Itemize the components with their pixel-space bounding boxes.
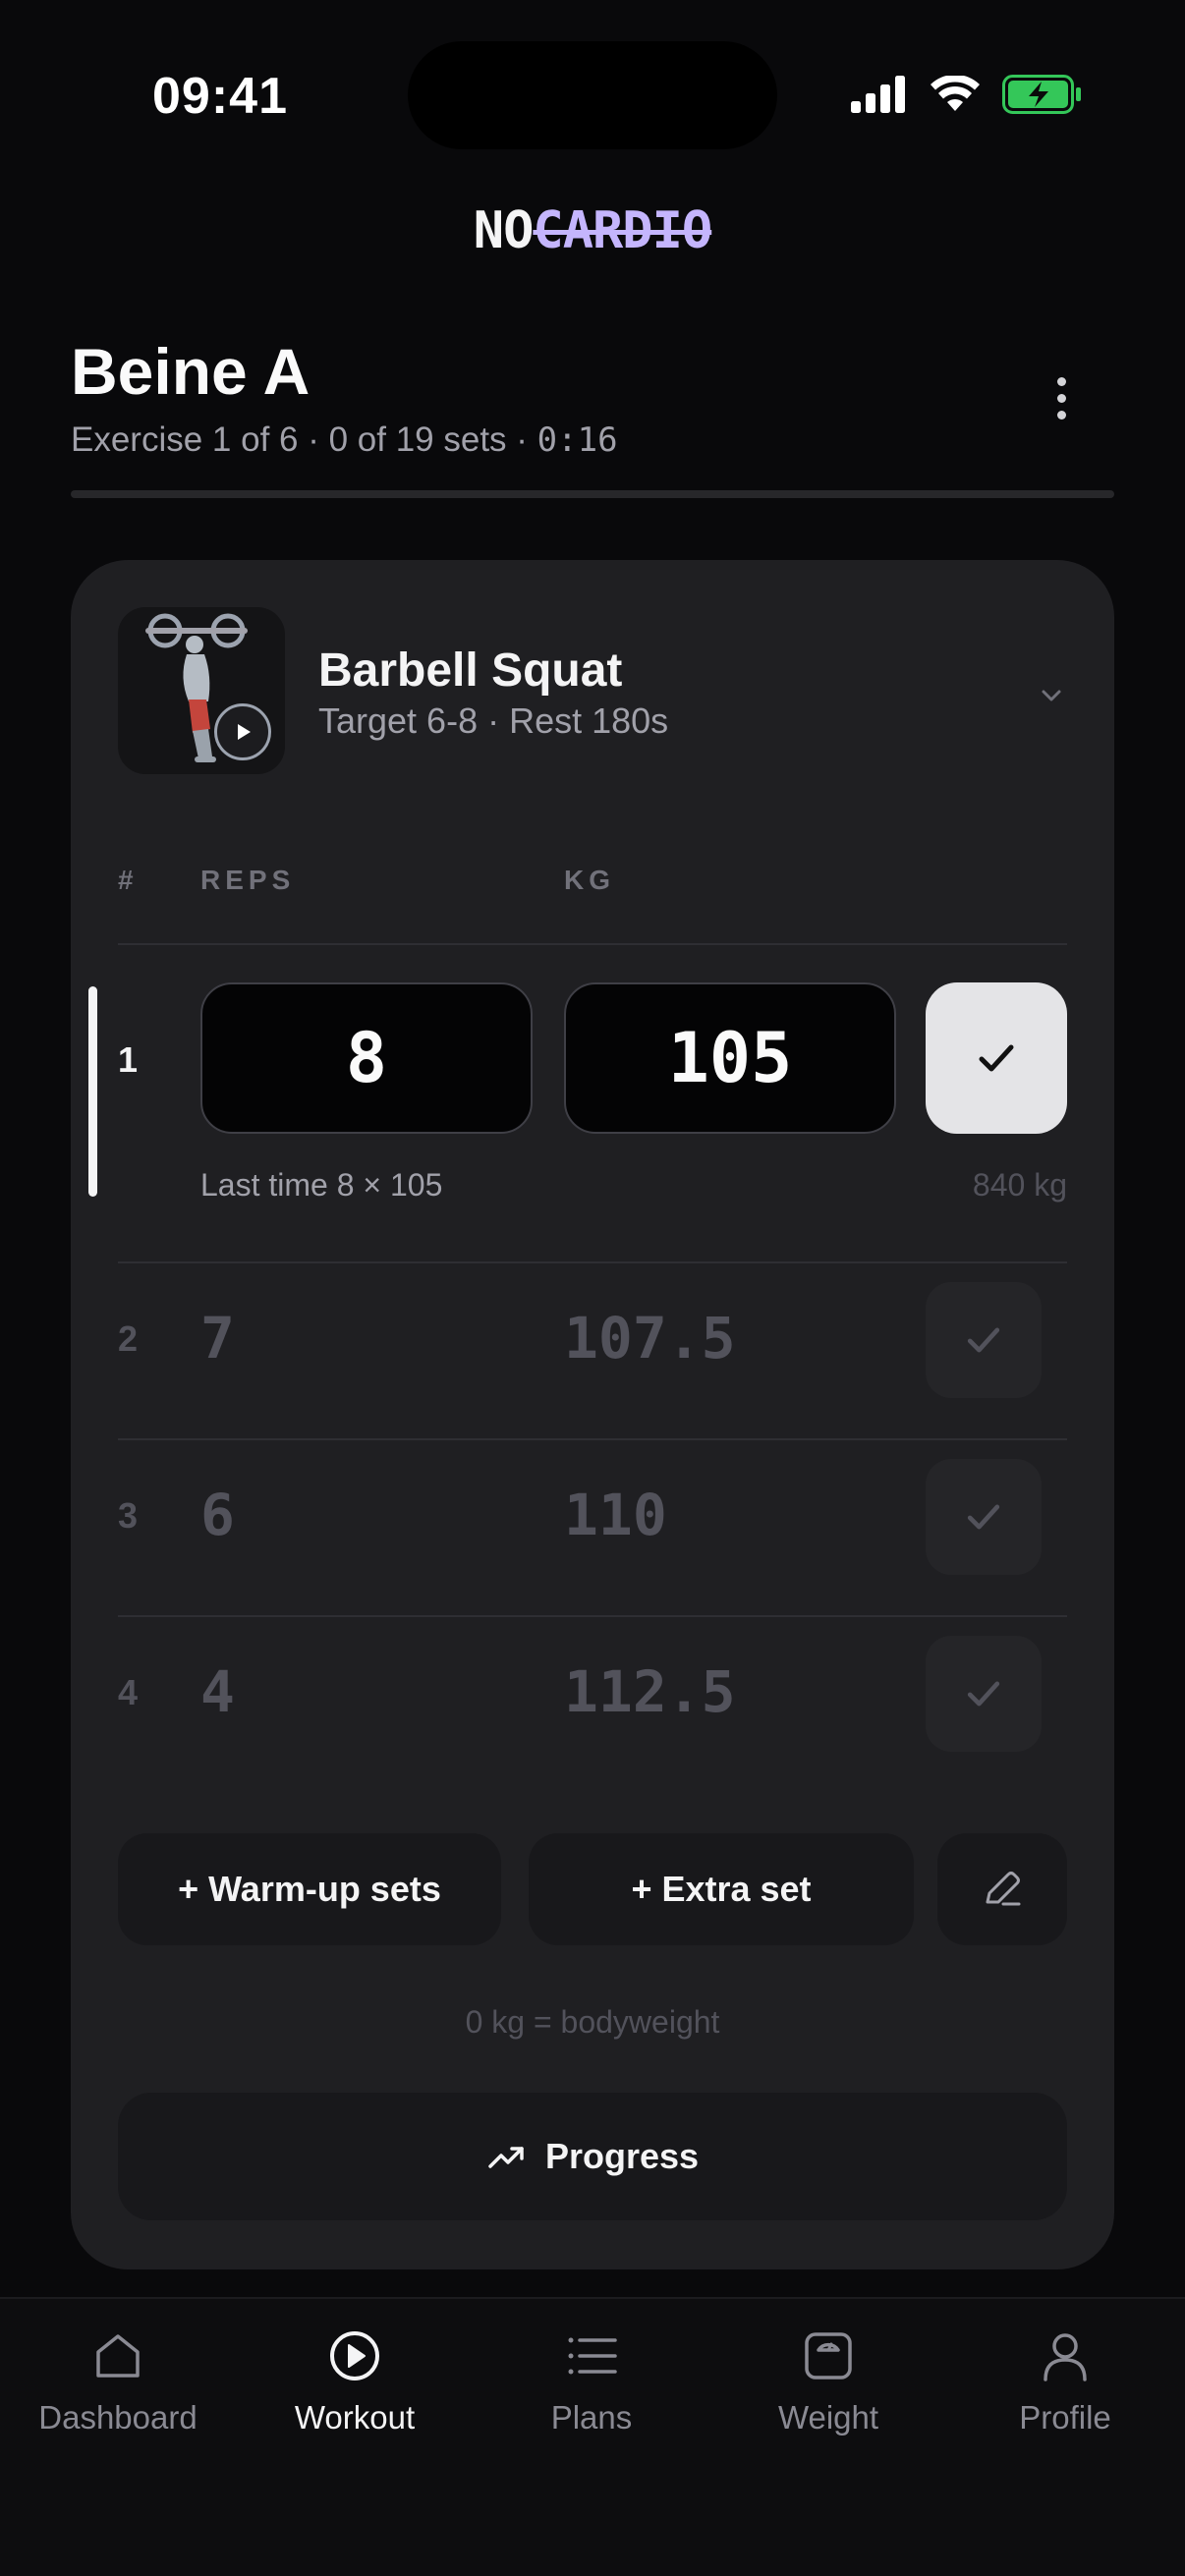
- workout-title: Beine A: [71, 335, 310, 408]
- tab-label: Profile: [1019, 2399, 1111, 2436]
- workout-meta: Exercise 1 of 6 · 0 of 19 sets · 0:16: [71, 420, 618, 460]
- reps-value[interactable]: 6: [200, 1482, 235, 1548]
- user-icon: [1044, 2333, 1087, 2381]
- tab-weight[interactable]: Weight: [710, 2326, 946, 2436]
- dynamic-island: [408, 41, 777, 149]
- wifi-icon: [931, 76, 980, 111]
- set-number: 3: [118, 1495, 139, 1536]
- logo-part-no: NO: [473, 201, 535, 260]
- complete-set-button[interactable]: [926, 1636, 1042, 1752]
- tab-label: Plans: [550, 2399, 633, 2436]
- reps-input[interactable]: 8: [200, 982, 533, 1134]
- divider: [118, 1615, 1067, 1617]
- exercise-target: Target 6-8 · Rest 180s: [318, 700, 669, 741]
- column-header-reps: REPS: [200, 865, 296, 895]
- kg-value[interactable]: 112.5: [564, 1658, 736, 1725]
- status-time: 09:41: [152, 68, 288, 125]
- edit-exercise-button[interactable]: [937, 1833, 1067, 1945]
- signal-icon: [851, 76, 905, 113]
- exercise-card: Barbell Squat Target 6-8 · Rest 180s # R…: [71, 560, 1114, 2269]
- complete-set-button[interactable]: [926, 1282, 1042, 1398]
- tab-label: Dashboard: [38, 2399, 198, 2436]
- set-volume: 840 kg: [972, 1167, 1067, 1203]
- check-icon: [979, 1044, 1014, 1072]
- progress-button[interactable]: Progress: [118, 2093, 1067, 2220]
- bodyweight-hint: 0 kg = bodyweight: [465, 2004, 720, 2040]
- set-number: 1: [118, 1039, 139, 1080]
- exercise-name: Barbell Squat: [318, 644, 623, 697]
- active-set-indicator: [88, 986, 97, 1197]
- divider: [118, 943, 1067, 945]
- column-header-number: #: [118, 865, 139, 895]
- check-icon: [967, 1681, 1000, 1707]
- more-dot-icon: [1056, 410, 1066, 420]
- check-icon: [967, 1504, 1000, 1530]
- chevron-down-icon[interactable]: [1032, 676, 1071, 715]
- play-video-button[interactable]: [214, 703, 271, 760]
- trending-up-icon: [488, 2147, 524, 2168]
- tab-plans[interactable]: Plans: [474, 2326, 709, 2436]
- app-logo: NOCARDIO: [0, 201, 1185, 260]
- pencil-icon: [986, 1872, 1021, 1906]
- tab-dashboard[interactable]: Dashboard: [0, 2326, 236, 2436]
- last-time-hint: Last time 8 × 105: [200, 1167, 443, 1203]
- tab-profile[interactable]: Profile: [947, 2326, 1183, 2436]
- progress-button-label: Progress: [544, 2136, 700, 2176]
- elapsed-timer: 0:16: [536, 420, 618, 460]
- more-dot-icon: [1056, 376, 1066, 386]
- tab-workout[interactable]: Workout: [237, 2326, 473, 2436]
- play-icon: [238, 724, 251, 740]
- battery-charging-icon: [1002, 75, 1081, 114]
- more-dot-icon: [1056, 393, 1066, 403]
- scale-icon: [805, 2332, 852, 2380]
- kg-value[interactable]: 110: [564, 1482, 667, 1548]
- workout-progress-bar: [71, 490, 1114, 498]
- workout-meta-text: Exercise 1 of 6 · 0 of 19 sets ·: [71, 420, 537, 459]
- check-icon: [967, 1327, 1000, 1353]
- tab-label: Weight: [777, 2399, 879, 2436]
- complete-set-button[interactable]: [926, 982, 1067, 1134]
- divider: [118, 1438, 1067, 1440]
- set-number: 2: [118, 1318, 139, 1359]
- complete-set-button[interactable]: [926, 1459, 1042, 1575]
- tab-bar: Dashboard Workout Plans Weight Profile: [0, 2297, 1185, 2576]
- kg-value[interactable]: 107.5: [564, 1305, 736, 1372]
- reps-value[interactable]: 4: [200, 1658, 235, 1725]
- reps-value[interactable]: 7: [200, 1305, 235, 1372]
- divider: [118, 1261, 1067, 1263]
- list-icon: [568, 2337, 617, 2375]
- more-options-button[interactable]: [1032, 368, 1091, 427]
- set-number: 4: [118, 1672, 139, 1712]
- add-extra-set-button[interactable]: + Extra set: [529, 1833, 914, 1945]
- logo-part-cardio: CARDIO: [533, 201, 712, 260]
- column-header-kg: KG: [564, 865, 615, 895]
- play-circle-icon: [330, 2331, 379, 2380]
- status-icons: [851, 75, 1083, 114]
- add-warmup-sets-button[interactable]: + Warm-up sets: [118, 1833, 501, 1945]
- exercise-thumbnail[interactable]: [118, 607, 285, 774]
- kg-input[interactable]: 105: [564, 982, 896, 1134]
- home-icon: [96, 2334, 140, 2378]
- status-bar: 09:41: [0, 0, 1185, 187]
- tab-label: Workout: [294, 2399, 416, 2436]
